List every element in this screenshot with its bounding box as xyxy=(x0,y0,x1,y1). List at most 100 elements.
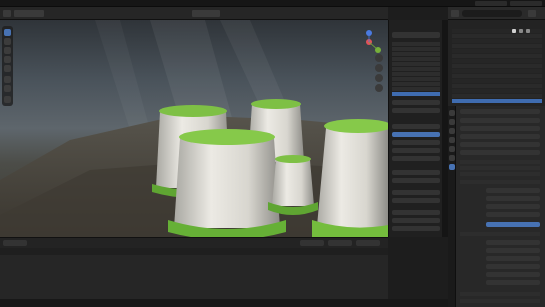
snap-controls[interactable] xyxy=(226,10,266,17)
properties-panel-header[interactable] xyxy=(460,232,540,236)
outliner-row[interactable] xyxy=(452,54,542,58)
camera-list-row[interactable] xyxy=(392,82,440,86)
outliner-row[interactable] xyxy=(452,79,542,83)
move-icon[interactable] xyxy=(4,38,11,45)
outliner-row[interactable] xyxy=(452,94,542,98)
scale-icon[interactable] xyxy=(4,56,11,63)
lens-type-dropdown[interactable] xyxy=(392,124,440,129)
object-tab-icon[interactable] xyxy=(449,155,455,161)
outliner-row[interactable] xyxy=(452,49,542,53)
outliner-row[interactable] xyxy=(452,74,542,78)
sensor-field[interactable] xyxy=(392,140,440,145)
properties-field[interactable] xyxy=(486,248,540,253)
properties-field-active[interactable] xyxy=(486,222,540,227)
world-tab-icon[interactable] xyxy=(449,146,455,152)
output-tab-icon[interactable] xyxy=(449,128,455,134)
outliner-row[interactable] xyxy=(452,64,542,68)
focal-length-field[interactable] xyxy=(392,132,440,137)
camera-selector[interactable] xyxy=(392,32,440,38)
sidebar-button[interactable] xyxy=(392,226,440,231)
properties-panel-header[interactable] xyxy=(460,299,540,303)
outliner-row[interactable] xyxy=(452,44,542,48)
camera-list-row[interactable] xyxy=(392,77,440,81)
rotate-icon[interactable] xyxy=(4,47,11,54)
sidebar-button[interactable] xyxy=(392,210,440,215)
camera-data-tab-icon[interactable] xyxy=(449,164,455,170)
clip-end-field[interactable] xyxy=(392,156,440,161)
outliner-search[interactable] xyxy=(462,10,522,17)
editor-type-button[interactable] xyxy=(3,10,11,17)
scene-selector[interactable] xyxy=(475,1,507,6)
properties-panel-header[interactable] xyxy=(460,180,540,184)
outliner-editor-type[interactable] xyxy=(451,10,459,17)
camera-icon[interactable] xyxy=(519,29,523,33)
camera-list-row-active[interactable] xyxy=(392,92,440,96)
end-frame-field[interactable] xyxy=(356,240,380,246)
outliner-row[interactable] xyxy=(452,34,542,38)
transform-icon[interactable] xyxy=(4,65,11,72)
transform-orientation[interactable] xyxy=(192,10,220,17)
eye-icon[interactable] xyxy=(512,29,516,33)
timeline-mode-dropdown[interactable] xyxy=(3,240,27,246)
properties-tabs[interactable] xyxy=(448,106,456,307)
properties-panel-header[interactable] xyxy=(460,166,540,170)
sidebar-button[interactable] xyxy=(392,100,440,105)
camera-list-row[interactable] xyxy=(392,87,440,91)
properties-panel-header[interactable] xyxy=(460,172,540,176)
camera-list-row[interactable] xyxy=(392,47,440,51)
view-layer-selector[interactable] xyxy=(510,1,542,6)
camera-list-row[interactable] xyxy=(392,62,440,66)
properties-field[interactable] xyxy=(460,150,540,155)
timeline-area[interactable] xyxy=(0,255,388,300)
sidebar-button[interactable] xyxy=(392,218,440,223)
properties-field[interactable] xyxy=(486,280,540,285)
clip-start-field[interactable] xyxy=(392,148,440,153)
lens-option-field[interactable] xyxy=(392,170,440,175)
properties-field[interactable] xyxy=(486,264,540,269)
current-frame-field[interactable] xyxy=(300,240,324,246)
zoom-icon[interactable] xyxy=(375,54,383,62)
properties-panel-header[interactable] xyxy=(460,292,540,296)
sidebar-button[interactable] xyxy=(392,108,440,113)
properties-field[interactable] xyxy=(460,109,540,114)
add-cube-icon[interactable] xyxy=(4,96,11,103)
3d-viewport[interactable] xyxy=(0,20,388,237)
properties-field[interactable] xyxy=(486,212,540,217)
render-tab-icon[interactable] xyxy=(449,119,455,125)
tool-tab-icon[interactable] xyxy=(449,110,455,116)
properties-field[interactable] xyxy=(460,134,540,139)
mode-dropdown[interactable] xyxy=(14,10,44,17)
properties-field[interactable] xyxy=(486,188,540,193)
properties-field[interactable] xyxy=(460,142,540,147)
properties-field[interactable] xyxy=(486,256,540,261)
camera-list-row[interactable] xyxy=(392,57,440,61)
properties-field[interactable] xyxy=(486,240,540,245)
outliner-row[interactable] xyxy=(452,89,542,93)
lens-option-field[interactable] xyxy=(392,178,440,183)
properties-field[interactable] xyxy=(486,272,540,277)
workspace-tabs[interactable] xyxy=(135,1,320,6)
camera-list-row[interactable] xyxy=(392,67,440,71)
cursor-icon[interactable] xyxy=(4,29,11,36)
camera-list-row[interactable] xyxy=(392,42,440,46)
properties-panel-header[interactable] xyxy=(460,160,540,164)
outliner-row[interactable] xyxy=(452,59,542,63)
outliner-row-selected[interactable] xyxy=(452,99,542,103)
timeline-ruler[interactable] xyxy=(0,248,388,255)
shading-controls[interactable] xyxy=(300,10,384,17)
funnel-icon[interactable] xyxy=(528,10,536,17)
outliner-row[interactable] xyxy=(452,39,542,43)
annotate-icon[interactable] xyxy=(4,76,11,83)
sidebar-button[interactable] xyxy=(392,198,440,203)
outliner-row[interactable] xyxy=(452,84,542,88)
sidebar-button[interactable] xyxy=(392,190,440,195)
outliner-row[interactable] xyxy=(452,69,542,73)
camera-icon[interactable] xyxy=(375,74,383,82)
camera-list-row[interactable] xyxy=(392,52,440,56)
camera-list-row[interactable] xyxy=(392,72,440,76)
measure-icon[interactable] xyxy=(4,85,11,92)
restrict-icon[interactable] xyxy=(526,29,530,33)
properties-field[interactable] xyxy=(486,196,540,201)
scene-tab-icon[interactable] xyxy=(449,137,455,143)
grid-icon[interactable] xyxy=(375,84,383,92)
